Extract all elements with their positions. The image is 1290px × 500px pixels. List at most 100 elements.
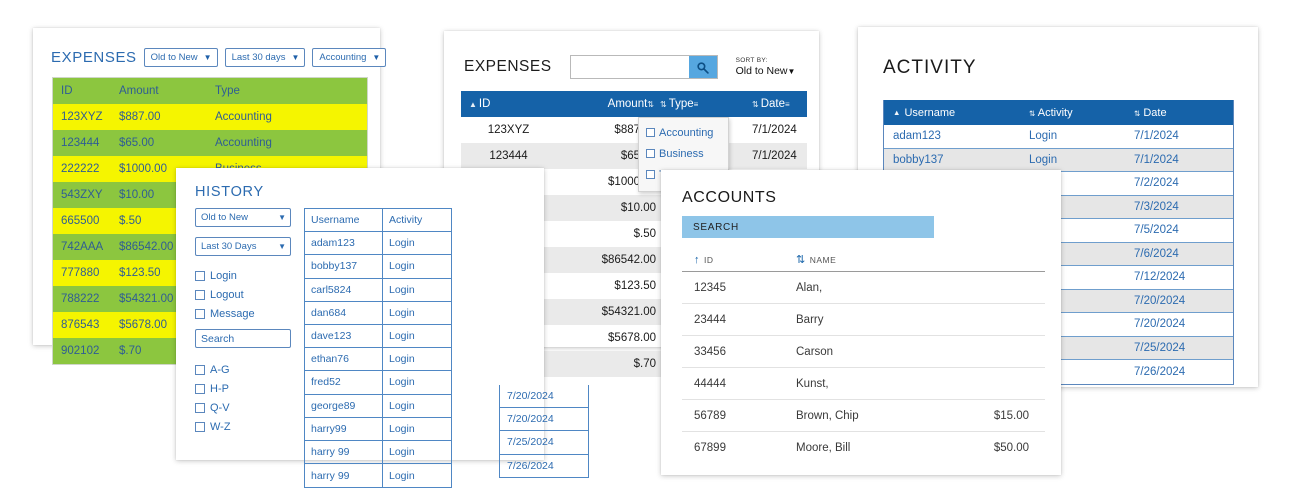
table-row[interactable]: dave123 Login <box>305 324 451 349</box>
table-row[interactable]: 123444 $65.00 Accounting <box>53 130 367 156</box>
checkbox-icon[interactable] <box>646 128 655 137</box>
checkbox-icon[interactable] <box>195 402 205 413</box>
filter-type[interactable]: Accounting ▼ <box>312 48 387 67</box>
type-option-accounting[interactable]: Accounting <box>639 122 728 143</box>
column-header-type[interactable]: ⇅ Type≡ <box>656 98 748 110</box>
cell-username: dan684 <box>305 301 383 324</box>
search-input[interactable]: SEARCH <box>682 216 934 238</box>
filter-sort-order[interactable]: Old to New ▼ <box>143 48 218 67</box>
table-row[interactable]: fred52 Login <box>305 371 451 395</box>
column-header-activity-label: Activity <box>1037 106 1073 119</box>
cell-id: 123XYZ <box>61 111 103 123</box>
table-row[interactable]: 12345 Alan, <box>682 272 1045 304</box>
sort-icon: ⇅ <box>752 100 759 109</box>
cell-id: 902102 <box>61 345 100 357</box>
table-row[interactable]: 123444 $65.00 7/1/2024 <box>461 143 807 169</box>
expenses-green-header: EXPENSES Old to New ▼ Last 30 days ▼ Acc… <box>33 28 387 67</box>
checkbox-icon[interactable] <box>195 383 205 394</box>
history-card: HISTORY Old to New ▼ Last 30 Days ▼ Logi… <box>176 168 589 489</box>
column-header-username[interactable]: Username <box>305 209 383 232</box>
checkbox-icon[interactable] <box>195 364 205 375</box>
column-header-activity[interactable]: ⇅ Activity <box>1029 107 1134 119</box>
sort-icon: ⇅ <box>1134 108 1141 118</box>
date-range-value: Last 30 Days <box>201 241 257 252</box>
sort-order-select[interactable]: Old to New ▼ <box>195 208 291 227</box>
column-header-username[interactable]: ▲ Username <box>884 107 1029 119</box>
checkbox-message[interactable]: Message <box>195 304 291 323</box>
column-header-amount[interactable]: Amount⇅ <box>556 98 656 110</box>
table-row[interactable]: 33456 Carson <box>682 336 1045 368</box>
checkbox-range-ag[interactable]: A-G <box>195 360 291 379</box>
checkbox-range-wz[interactable]: W-Z <box>195 417 291 436</box>
table-row[interactable]: harry 99 Login <box>305 464 451 488</box>
table-row[interactable]: bobby137 Login 7/1/2024 <box>884 148 1233 172</box>
sort-by-control[interactable]: SORT BY: Old to New▼ <box>736 57 796 77</box>
cell-activity: Login <box>389 330 415 343</box>
column-header-id[interactable]: ▲ ID <box>461 98 556 110</box>
cell-name: Moore, Bill <box>796 442 851 454</box>
filter-icon[interactable]: ≡ <box>694 100 699 109</box>
column-header-id[interactable]: ID <box>53 85 119 97</box>
search-icon[interactable] <box>688 56 717 78</box>
cell-activity: Login <box>389 399 415 412</box>
column-header-name[interactable]: ⇅ NAME <box>796 253 956 266</box>
table-row[interactable]: george89 Login <box>305 394 451 418</box>
table-row[interactable]: 67899 Moore, Bill $50.00 <box>682 432 1045 464</box>
table-row[interactable]: 123XYZ $887.00 7/1/2024 <box>461 117 807 143</box>
checkbox-range-hp[interactable]: H-P <box>195 379 291 398</box>
history-date-column: 7/20/2024 7/20/2024 7/25/2024 7/26/2024 <box>499 385 589 478</box>
cell-date: 7/6/2024 <box>1134 247 1179 260</box>
table-row[interactable]: 23444 Barry <box>682 304 1045 336</box>
accounts-card: ACCOUNTS SEARCH ↑ ID ⇅ NAME 12345 Alan, … <box>661 170 1061 475</box>
checkbox-login[interactable]: Login <box>195 266 291 285</box>
column-header-amount[interactable]: Amount <box>119 85 215 97</box>
table-row[interactable]: harry 99 Login <box>305 440 451 465</box>
type-option-business[interactable]: Business <box>639 143 728 164</box>
checkbox-icon[interactable] <box>195 289 205 300</box>
checkbox-logout[interactable]: Logout <box>195 285 291 304</box>
cell-activity: Login <box>389 422 415 435</box>
checkbox-icon[interactable] <box>195 270 205 281</box>
column-header-activity[interactable]: Activity <box>383 209 451 231</box>
filter-icon[interactable]: ≡ <box>785 100 790 109</box>
table-row[interactable]: dan684 Login <box>305 301 451 325</box>
checkbox-range-ag-label: A-G <box>210 363 230 376</box>
search-field[interactable] <box>571 56 689 78</box>
checkbox-range-qv[interactable]: Q-V <box>195 398 291 417</box>
search-input[interactable]: Search <box>195 329 291 348</box>
filter-date-range[interactable]: Last 30 days ▼ <box>224 48 306 67</box>
sort-icon: ⇅ <box>796 254 806 266</box>
column-header-date-label: Date <box>1143 106 1167 119</box>
table-row[interactable]: bobby137 Login <box>305 255 451 279</box>
table-header-row: Username Activity <box>305 209 451 233</box>
checkbox-range-hp-label: H-P <box>210 382 229 395</box>
checkbox-icon[interactable] <box>646 149 655 158</box>
table-row[interactable]: 123XYZ $887.00 Accounting <box>53 104 367 130</box>
table-row[interactable]: ethan76 Login <box>305 348 451 372</box>
column-header-id[interactable]: ↑ ID <box>682 253 796 266</box>
cell-id: 665500 <box>61 215 100 227</box>
checkbox-icon[interactable] <box>195 421 205 432</box>
date-range-select[interactable]: Last 30 Days ▼ <box>195 237 291 256</box>
column-header-type-label: Type <box>668 98 694 110</box>
table-row[interactable]: harry99 Login <box>305 417 451 441</box>
cell-amount: $.50 <box>633 228 656 240</box>
table-row[interactable]: 56789 Brown, Chip $15.00 <box>682 400 1045 432</box>
sort-by-value[interactable]: Old to New▼ <box>736 65 796 77</box>
column-header-type[interactable]: Type <box>215 85 367 97</box>
accounts-table: ↑ ID ⇅ NAME 12345 Alan, 23444 Barry 3345… <box>682 253 1045 464</box>
cell-amount: $.70 <box>633 358 656 370</box>
table-row[interactable]: carl5824 Login <box>305 278 451 302</box>
column-header-name-label: NAME <box>809 254 837 265</box>
column-header-date[interactable]: ⇅ Date <box>1134 107 1233 119</box>
checkbox-icon[interactable] <box>195 308 205 319</box>
checkbox-icon[interactable] <box>646 170 655 179</box>
table-row[interactable]: adam123 Login 7/1/2024 <box>884 125 1233 149</box>
cell-username: harry 99 <box>305 464 383 488</box>
table-row[interactable]: 44444 Kunst, <box>682 368 1045 400</box>
search-input[interactable] <box>569 55 718 79</box>
column-header-date[interactable]: ⇅ Date≡ <box>748 98 807 110</box>
sort-order-value: Old to New <box>201 212 248 223</box>
table-row[interactable]: adam123 Login <box>305 232 451 256</box>
sort-icon: ⇅ <box>1029 108 1036 118</box>
